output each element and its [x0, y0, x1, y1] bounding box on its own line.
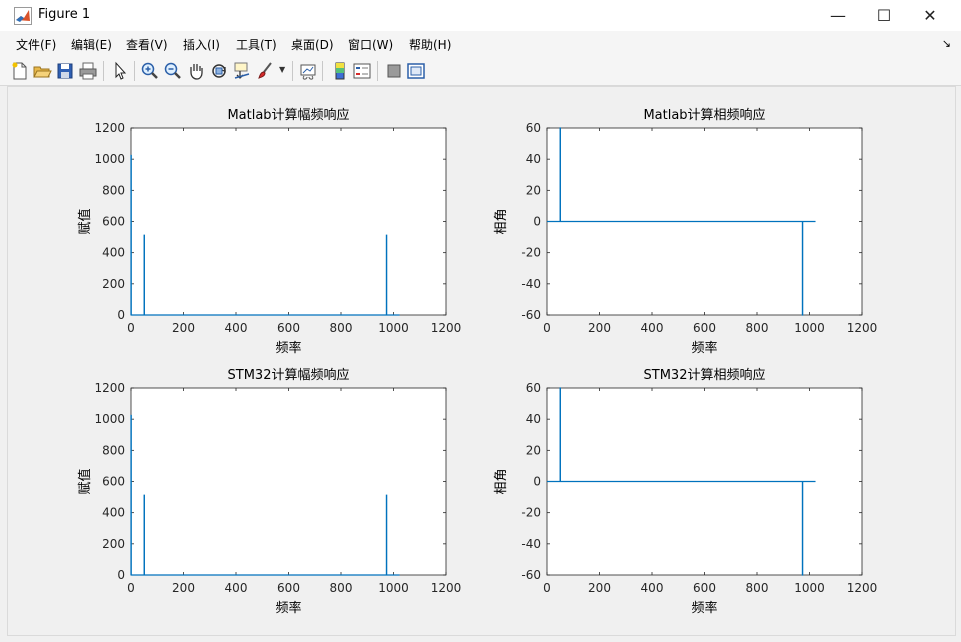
chart-2-y-tick-label: 40 [526, 152, 541, 166]
chart-1-x-tick-label: 1000 [378, 321, 409, 335]
chart-3-title: STM32计算幅频响应 [228, 367, 350, 383]
chart-3-y-tick-label: 0 [117, 568, 125, 582]
chart-4-x-tick-label: 600 [693, 581, 716, 595]
chart-3-x-tick-label: 800 [330, 581, 353, 595]
chart-4-x-tick-label: 400 [641, 581, 664, 595]
chart-2-y-tick-label: 60 [526, 121, 541, 135]
chart-1-x-tick-label: 600 [277, 321, 300, 335]
chart-2-title: Matlab计算相频响应 [643, 107, 765, 123]
chart-3-y-axis-label: 赋值 [77, 468, 93, 494]
figure-plot-area: 0 200 400 600 800 1000 12000200400600800100012… [77, 107, 878, 616]
chart-2-x-tick-label: 1200 [847, 321, 878, 335]
chart-1-x-axis-label: 频率 [275, 340, 301, 356]
chart-3-y-tick-label: 800 [102, 443, 125, 457]
chart-2-x-tick-label: 0 [543, 321, 551, 335]
chart-4-x-tick-label: 800 [746, 581, 769, 595]
chart-1-y-tick-label: 1000 [94, 152, 125, 166]
chart-2-x-tick-label: 600 [693, 321, 716, 335]
chart-4-y-tick-label: 60 [526, 381, 541, 395]
chart-1-y-tick-label: 1200 [94, 121, 125, 135]
chart-2-x-tick-label: 200 [588, 321, 611, 335]
chart-4-title: STM32计算相频响应 [644, 367, 766, 383]
chart-1-x-tick-label: 0 [127, 321, 135, 335]
figure-window: Figure 1 — ☐ ✕ 文件(F) 编辑(E) 查看(V) 插入(I) 工… [0, 0, 961, 642]
chart-2-x-tick-label: 1000 [794, 321, 825, 335]
chart-2-y-tick-label: -60 [521, 308, 541, 322]
chart-2-y-axis-label: 相角 [494, 208, 509, 234]
chart-4-x-tick-label: 200 [588, 581, 611, 595]
chart-1-x-tick-label: 1200 [431, 321, 462, 335]
chart-1-y-tick-label: 400 [102, 246, 125, 260]
chart-3-y-tick-label: 200 [102, 537, 125, 551]
chart-2-y-tick-label: 0 [533, 215, 541, 229]
chart-4-y-tick-label: -40 [521, 537, 541, 551]
chart-3-y-tick-label: 400 [102, 506, 125, 520]
chart-1-x-tick-label: 200 [172, 321, 195, 335]
chart-2-x-axis-label: 频率 [691, 340, 717, 356]
chart-1-title: Matlab计算幅频响应 [227, 107, 349, 123]
chart-3-x-tick-label: 200 [172, 581, 195, 595]
chart-2-y-tick-label: 20 [526, 183, 541, 197]
chart-4-y-tick-label: -60 [521, 568, 541, 582]
chart-4-y-axis-label: 相角 [494, 468, 509, 494]
chart-3-y-tick-label: 600 [102, 475, 125, 489]
chart-4-y-tick-label: -20 [521, 506, 541, 520]
chart-3-x-tick-label: 1000 [378, 581, 409, 595]
chart-4-x-tick-label: 0 [543, 581, 551, 595]
chart-3-y-tick-label: 1000 [94, 412, 125, 426]
chart-2-x-tick-label: 800 [746, 321, 769, 335]
chart-1-axes-box[interactable] [130, 127, 447, 316]
chart-3-y-tick-label: 1200 [94, 381, 125, 395]
chart-3-x-tick-label: 0 [127, 581, 135, 595]
chart-2-y-tick-label: -20 [521, 246, 541, 260]
chart-3-x-tick-label: 1200 [431, 581, 462, 595]
chart-1-y-axis-label: 赋值 [77, 208, 93, 234]
chart-3-x-tick-label: 400 [225, 581, 248, 595]
chart-2-y-tick-label: -40 [521, 277, 541, 291]
chart-4-y-tick-label: 0 [533, 475, 541, 489]
chart-2-x-tick-label: 400 [641, 321, 664, 335]
chart-1-y-tick-label: 0 [117, 308, 125, 322]
chart-1-y-tick-label: 800 [102, 183, 125, 197]
chart-4-x-axis-label: 频率 [691, 600, 717, 616]
chart-4-x-tick-label: 1200 [847, 581, 878, 595]
chart-1-x-tick-label: 800 [330, 321, 353, 335]
chart-3-x-axis-label: 频率 [275, 600, 301, 616]
chart-4-x-tick-label: 1000 [794, 581, 825, 595]
chart-1-x-tick-label: 400 [225, 321, 248, 335]
chart-4-y-tick-label: 40 [526, 412, 541, 426]
chart-3-x-tick-label: 600 [277, 581, 300, 595]
chart-1-y-tick-label: 200 [102, 277, 125, 291]
chart-3-axes-box[interactable] [130, 387, 447, 576]
chart-1-y-tick-label: 600 [102, 215, 125, 229]
chart-4-y-tick-label: 20 [526, 443, 541, 457]
